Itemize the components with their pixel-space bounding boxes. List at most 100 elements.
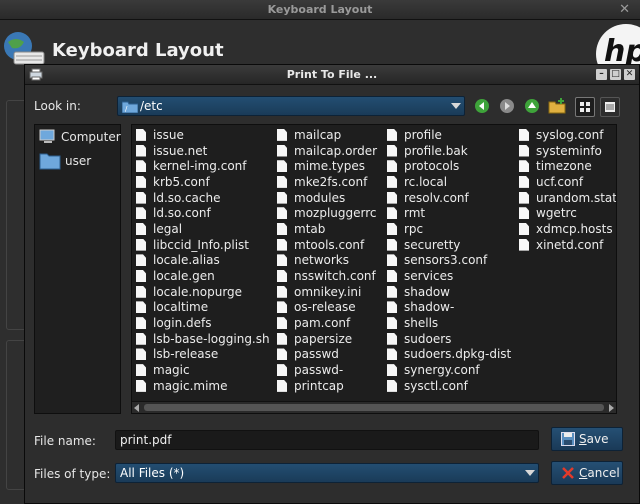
- file-icon: [136, 270, 146, 283]
- file-item[interactable]: locale.gen: [136, 268, 270, 284]
- file-item[interactable]: mailcap: [277, 127, 377, 143]
- file-item[interactable]: timezone: [519, 158, 616, 174]
- file-item[interactable]: securetty: [387, 237, 511, 253]
- file-item[interactable]: locale.nopurge: [136, 284, 270, 300]
- file-item[interactable]: protocols: [387, 158, 511, 174]
- file-name-input[interactable]: [115, 430, 539, 450]
- cancel-button-label: Cancel: [579, 466, 620, 480]
- file-item[interactable]: kernel-img.conf: [136, 158, 270, 174]
- file-item[interactable]: shells: [387, 315, 511, 331]
- parent-folder-icon[interactable]: [523, 97, 541, 115]
- file-icon: [519, 128, 529, 141]
- scrollbar-thumb[interactable]: [144, 404, 604, 411]
- file-item[interactable]: syslog.conf: [519, 127, 616, 143]
- file-item[interactable]: systeminfo: [519, 143, 616, 159]
- file-item[interactable]: mailcap.order: [277, 143, 377, 159]
- file-item[interactable]: wgetrc: [519, 205, 616, 221]
- file-item[interactable]: omnikey.ini: [277, 284, 377, 300]
- detail-view-button[interactable]: [600, 97, 620, 117]
- file-item[interactable]: shadow-: [387, 300, 511, 316]
- back-arrow-icon[interactable]: [473, 97, 491, 115]
- file-item[interactable]: magic: [136, 362, 270, 378]
- file-item[interactable]: issue.net: [136, 143, 270, 159]
- forward-arrow-icon[interactable]: [498, 97, 516, 115]
- file-item-label: rmt: [404, 206, 426, 221]
- file-item[interactable]: rc.local: [387, 174, 511, 190]
- file-item[interactable]: profile: [387, 127, 511, 143]
- file-icon: [136, 364, 146, 377]
- file-item[interactable]: localtime: [136, 300, 270, 316]
- file-icon: [277, 348, 287, 361]
- file-item[interactable]: rmt: [387, 205, 511, 221]
- file-item[interactable]: sensors3.conf: [387, 253, 511, 269]
- file-column: issue issue.net kernel-img.conf krb5.conf ld…: [136, 127, 270, 394]
- file-item-label: shadow-: [404, 300, 455, 315]
- file-item[interactable]: resolv.conf: [387, 190, 511, 206]
- file-icon: [136, 317, 146, 330]
- file-item[interactable]: magic.mime: [136, 378, 270, 394]
- file-item-label: profile: [404, 127, 442, 142]
- scroll-right-icon[interactable]: [609, 404, 614, 412]
- file-item[interactable]: mime.types: [277, 158, 377, 174]
- file-item[interactable]: mtools.conf: [277, 237, 377, 253]
- file-item[interactable]: nsswitch.conf: [277, 268, 377, 284]
- file-item[interactable]: shadow: [387, 284, 511, 300]
- save-button[interactable]: Save: [551, 427, 623, 451]
- file-item[interactable]: synergy.conf: [387, 362, 511, 378]
- file-item[interactable]: sudoers.dpkg-dist: [387, 347, 511, 363]
- file-item[interactable]: locale.alias: [136, 253, 270, 269]
- file-item[interactable]: printcap: [277, 378, 377, 394]
- file-item[interactable]: services: [387, 268, 511, 284]
- file-item[interactable]: mke2fs.conf: [277, 174, 377, 190]
- file-item[interactable]: issue: [136, 127, 270, 143]
- file-column: profile profile.bak protocols rc.local resol…: [387, 127, 511, 394]
- file-item[interactable]: krb5.conf: [136, 174, 270, 190]
- file-icon: [136, 160, 146, 173]
- file-item[interactable]: rpc: [387, 221, 511, 237]
- minimize-icon[interactable]: –: [596, 69, 607, 80]
- file-item[interactable]: ucf.conf: [519, 174, 616, 190]
- file-item[interactable]: urandom.state: [519, 190, 616, 206]
- file-item[interactable]: ld.so.conf: [136, 205, 270, 221]
- file-item[interactable]: xdmcp.hosts: [519, 221, 616, 237]
- file-item[interactable]: legal: [136, 221, 270, 237]
- file-item[interactable]: passwd-: [277, 362, 377, 378]
- file-item[interactable]: mozpluggerrc: [277, 205, 377, 221]
- file-list[interactable]: issue issue.net kernel-img.conf krb5.conf ld…: [131, 124, 617, 414]
- file-icon: [277, 332, 287, 345]
- horizontal-scrollbar[interactable]: [132, 401, 616, 413]
- file-item[interactable]: sudoers: [387, 331, 511, 347]
- file-item[interactable]: os-release: [277, 300, 377, 316]
- file-item[interactable]: libccid_Info.plist: [136, 237, 270, 253]
- file-item-label: sensors3.conf: [404, 253, 488, 268]
- file-icon: [277, 175, 287, 188]
- grid-icon: [580, 102, 590, 112]
- file-item[interactable]: lsb-release: [136, 347, 270, 363]
- file-item[interactable]: login.defs: [136, 315, 270, 331]
- close-icon[interactable]: ✕: [624, 69, 635, 80]
- file-item[interactable]: networks: [277, 253, 377, 269]
- icon-view-button[interactable]: [575, 97, 595, 117]
- close-icon[interactable]: ✕: [619, 2, 630, 17]
- sidebar-item-computer[interactable]: Computer: [39, 129, 121, 145]
- file-item[interactable]: xinetd.conf: [519, 237, 616, 253]
- cancel-button[interactable]: Cancel: [551, 461, 623, 485]
- sidebar-item-user[interactable]: user: [39, 152, 91, 170]
- file-item-label: passwd: [294, 347, 339, 362]
- file-item[interactable]: mtab: [277, 221, 377, 237]
- file-item[interactable]: profile.bak: [387, 143, 511, 159]
- file-item[interactable]: sysctl.conf: [387, 378, 511, 394]
- file-icon: [136, 348, 146, 361]
- file-item[interactable]: passwd: [277, 347, 377, 363]
- file-item[interactable]: modules: [277, 190, 377, 206]
- look-in-combo[interactable]: / /etc: [117, 96, 465, 116]
- scroll-left-icon[interactable]: [134, 404, 139, 412]
- file-item[interactable]: ld.so.cache: [136, 190, 270, 206]
- maximize-icon[interactable]: □: [610, 69, 621, 80]
- chevron-down-icon: [525, 470, 535, 476]
- file-item[interactable]: papersize: [277, 331, 377, 347]
- new-folder-icon[interactable]: [548, 97, 566, 115]
- file-item[interactable]: lsb-base-logging.sh: [136, 331, 270, 347]
- file-type-combo[interactable]: All Files (*): [115, 463, 539, 483]
- file-item[interactable]: pam.conf: [277, 315, 377, 331]
